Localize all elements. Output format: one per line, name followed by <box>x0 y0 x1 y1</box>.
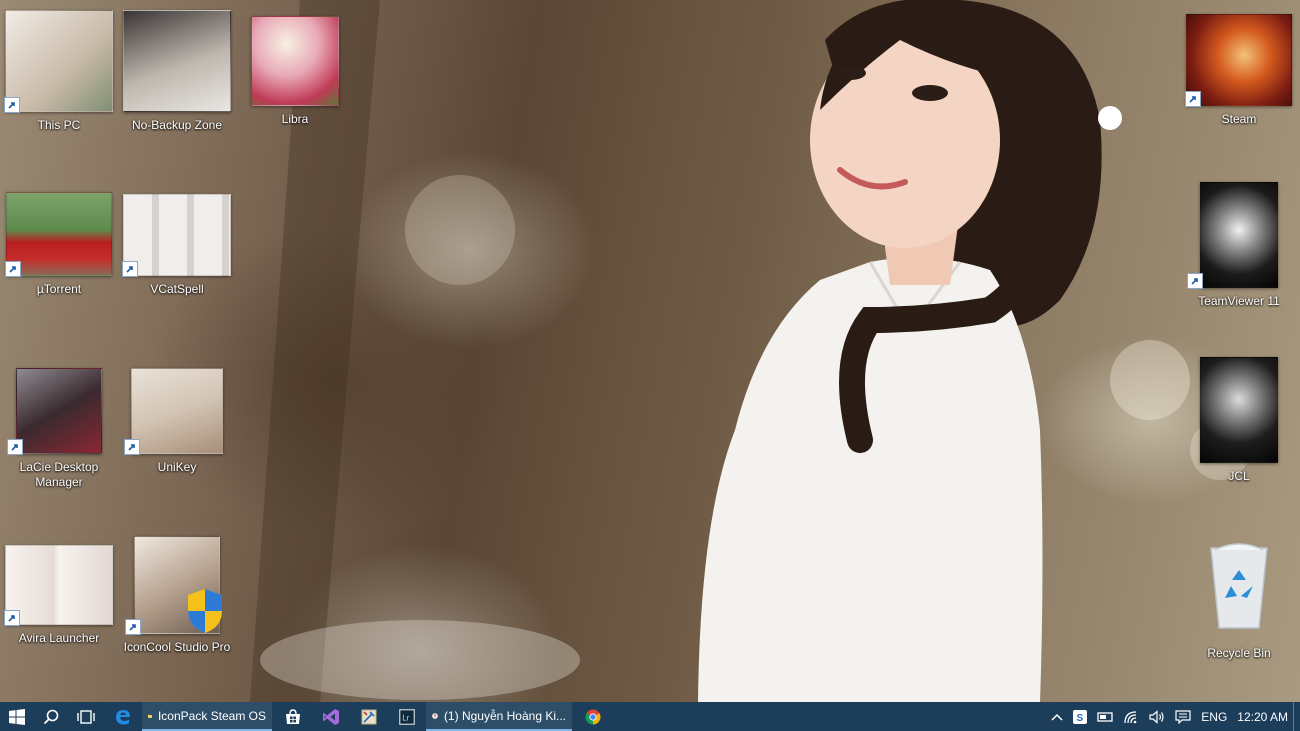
store-icon <box>286 708 300 724</box>
icon-label: No-Backup Zone <box>131 118 223 132</box>
tray-volume[interactable] <box>1144 702 1170 731</box>
search-button[interactable] <box>34 702 68 731</box>
windows-logo-icon <box>9 708 25 725</box>
shortcut-arrow-icon <box>124 439 140 455</box>
teamviewer-thumbnail <box>1187 182 1278 289</box>
tray-action-center[interactable] <box>1170 702 1196 731</box>
svg-text:S: S <box>1077 713 1084 724</box>
uac-shield-icon <box>188 589 222 633</box>
shortcut-arrow-icon <box>122 261 138 277</box>
icon-label: IconCool Studio Pro <box>123 640 231 654</box>
desktop-icon-jcl[interactable]: JCL <box>1180 357 1298 484</box>
icon-label: Libra <box>281 112 309 126</box>
search-icon <box>43 709 59 724</box>
chrome-icon <box>585 709 601 724</box>
taskbar: IconPack Steam OS Lr (1) Nguyễn Hoàng Ki… <box>0 702 1300 731</box>
show-desktop-button[interactable] <box>1293 702 1300 731</box>
tray-device[interactable] <box>1092 702 1118 731</box>
desktop-icon-unikey[interactable]: UniKey <box>118 368 236 475</box>
jcl-thumbnail <box>1200 357 1278 463</box>
taskbar-yandex-label: (1) Nguyễn Hoàng Ki... <box>443 708 566 723</box>
lacie-thumbnail <box>7 368 102 455</box>
taskbar-yandex-browser[interactable]: (1) Nguyễn Hoàng Ki... <box>426 702 572 731</box>
shortcut-arrow-icon <box>4 610 20 626</box>
task-view-icon <box>77 709 95 724</box>
input-language[interactable]: ENG <box>1196 702 1232 731</box>
show-hidden-icons-button[interactable] <box>1046 702 1068 731</box>
action-center-icon <box>1175 709 1191 724</box>
desktop-icon-avira-launcher[interactable]: Avira Launcher <box>0 545 118 646</box>
taskbar-chrome[interactable] <box>574 702 612 731</box>
edge-icon <box>116 709 130 724</box>
icon-label: VCatSpell <box>150 282 204 296</box>
icon-label: This PC <box>37 118 81 132</box>
skype-icon: S <box>1073 709 1088 724</box>
visual-studio-icon <box>323 708 339 725</box>
avira-thumbnail <box>4 545 113 626</box>
desktop-icon-no-backup-zone[interactable]: No-Backup Zone <box>118 10 236 133</box>
taskbar-edge[interactable] <box>104 702 142 731</box>
icon-label: UniKey <box>157 460 197 474</box>
tool-icon <box>361 709 377 724</box>
iconcool-thumbnail <box>125 536 222 635</box>
steam-thumbnail <box>1185 14 1292 107</box>
task-view-button[interactable] <box>68 702 104 731</box>
desktop-icon-iconcool-studio-pro[interactable]: IconCool Studio Pro <box>118 536 236 655</box>
system-tray: S ENG 12:20 AM <box>1046 702 1300 731</box>
taskbar-tool[interactable] <box>350 702 388 731</box>
file-explorer-icon <box>148 714 152 718</box>
desktop-icon-teamviewer[interactable]: TeamViewer 11 <box>1180 182 1298 309</box>
icon-label: µTorrent <box>36 282 82 296</box>
icon-label: TeamViewer 11 <box>1198 294 1280 308</box>
taskbar-lightroom[interactable]: Lr <box>388 702 426 731</box>
shortcut-arrow-icon <box>125 619 141 635</box>
desktop-icon-steam[interactable]: Steam <box>1180 14 1298 127</box>
shortcut-arrow-icon <box>1185 91 1201 107</box>
desktop-icon-recycle-bin[interactable]: Recycle Bin <box>1180 536 1298 661</box>
taskbar-file-explorer[interactable]: IconPack Steam OS <box>142 702 272 731</box>
shortcut-arrow-icon <box>1187 273 1203 289</box>
icon-label: Steam <box>1221 112 1257 126</box>
tray-skype[interactable]: S <box>1068 702 1092 731</box>
desktop-icon-this-pc[interactable]: This PC <box>0 10 118 133</box>
unikey-thumbnail <box>124 368 223 455</box>
lightroom-icon: Lr <box>399 708 415 725</box>
icon-label: LaCie Desktop Manager <box>19 460 99 489</box>
tray-wifi[interactable] <box>1118 702 1144 731</box>
start-button[interactable] <box>0 702 34 731</box>
device-icon <box>1097 711 1113 722</box>
icon-label: Recycle Bin <box>1207 646 1271 660</box>
recycle-bin-icon <box>1210 543 1268 629</box>
clock[interactable]: 12:20 AM <box>1232 702 1293 731</box>
shortcut-arrow-icon <box>7 439 23 455</box>
volume-icon <box>1149 709 1164 724</box>
desktop-icon-libra[interactable]: Libra <box>236 16 354 127</box>
this-pc-thumbnail <box>4 10 113 113</box>
vcatspell-thumbnail <box>122 194 231 277</box>
wifi-icon <box>1124 710 1137 723</box>
utorrent-thumbnail <box>5 192 112 277</box>
no-backup-zone-thumbnail <box>123 10 231 112</box>
svg-text:Lr: Lr <box>402 713 409 722</box>
taskbar-file-explorer-label: IconPack Steam OS <box>157 708 266 723</box>
taskbar-store[interactable] <box>274 702 312 731</box>
shortcut-arrow-icon <box>4 97 20 113</box>
desktop-icon-vcatspell[interactable]: VCatSpell <box>118 194 236 297</box>
chevron-up-icon <box>1051 713 1063 721</box>
shortcut-arrow-icon <box>5 261 21 277</box>
yandex-browser-icon <box>432 712 438 719</box>
icon-label: Avira Launcher <box>18 631 100 645</box>
icon-label: JCL <box>1228 469 1250 483</box>
libra-thumbnail <box>251 16 339 106</box>
taskbar-visual-studio[interactable] <box>312 702 350 731</box>
desktop-icon-lacie-desktop-manager[interactable]: LaCie Desktop Manager <box>0 368 118 490</box>
desktop-icon-utorrent[interactable]: µTorrent <box>0 192 118 297</box>
